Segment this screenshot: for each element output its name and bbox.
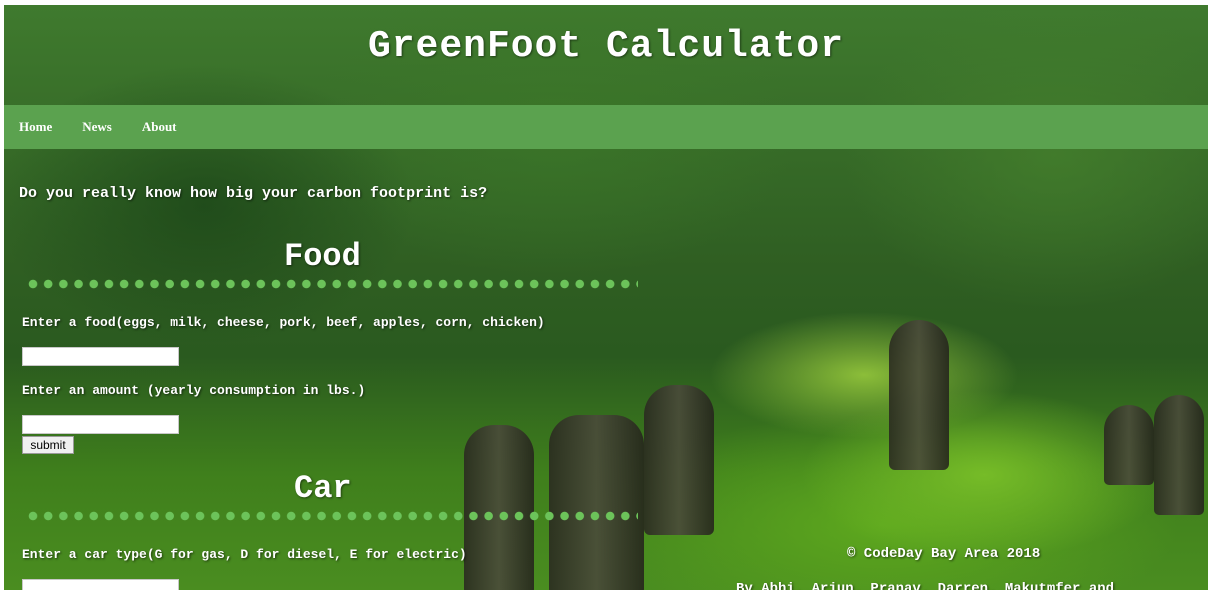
amount-input-label: Enter an amount (yearly consumption in l… <box>22 383 366 398</box>
car-type-input[interactable] <box>22 579 179 590</box>
tree-trunk-image <box>889 320 949 470</box>
car-section-title: Car <box>294 470 352 507</box>
nav-link-home[interactable]: Home <box>19 119 52 135</box>
tree-trunk-image <box>549 415 644 590</box>
footer-copyright: © CodeDay Bay Area 2018 <box>847 546 1041 562</box>
car-dotted-divider <box>28 511 638 521</box>
tree-trunk-image <box>1154 395 1204 515</box>
intro-tagline: Do you really know how big your carbon f… <box>19 185 488 202</box>
nav-link-news[interactable]: News <box>82 119 112 135</box>
food-input-label: Enter a food(eggs, milk, cheese, pork, b… <box>22 315 545 330</box>
page-title: GreenFoot Calculator <box>367 25 845 68</box>
food-section-title: Food <box>284 238 361 275</box>
tree-trunk-image <box>644 385 714 535</box>
nav-link-about[interactable]: About <box>142 119 177 135</box>
tree-trunk-image <box>1104 405 1154 485</box>
food-dotted-divider <box>28 279 638 289</box>
amount-input[interactable] <box>22 415 179 434</box>
food-submit-button[interactable]: submit <box>22 436 74 454</box>
tree-trunk-image <box>464 425 534 590</box>
navigation-bar: Home News About <box>4 105 1208 149</box>
food-input[interactable] <box>22 347 179 366</box>
page-background: GreenFoot Calculator Home News About Do … <box>4 5 1208 590</box>
footer-credits: By Abhi, Arjun, Pranav, Darren, Makutmfe… <box>736 581 1115 590</box>
car-type-input-label: Enter a car type(G for gas, D for diesel… <box>22 547 467 562</box>
